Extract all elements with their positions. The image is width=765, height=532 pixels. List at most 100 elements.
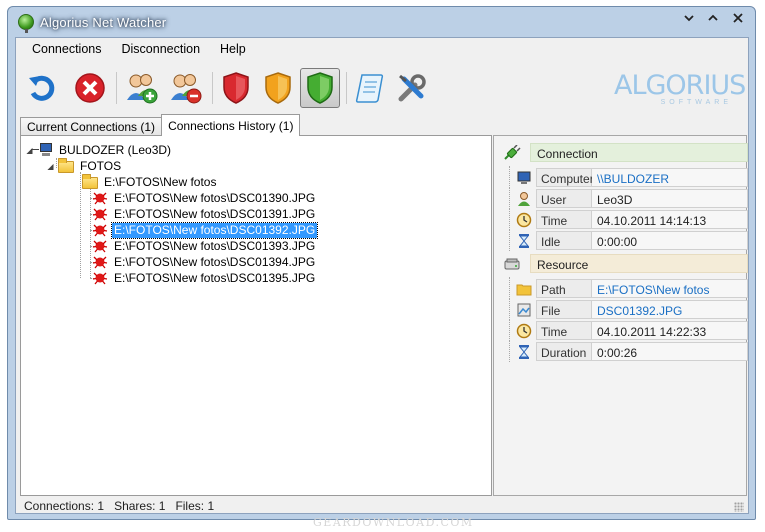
maximize-caption-button[interactable] [701,8,725,28]
property-value[interactable]: DSC01392.JPG [592,300,748,319]
app-window: Algorius Net Watcher Connections Disconn… [7,6,756,520]
close-caption-button[interactable] [725,8,751,28]
collapse-arrow-icon[interactable]: ◢ [25,146,34,155]
dropdown-caption-button[interactable] [677,8,701,28]
property-value[interactable]: E:\FOTOS\New fotos [592,279,748,298]
shield-orange-icon [265,72,291,104]
folder-icon [82,174,98,189]
refresh-icon [29,75,55,101]
caption-buttons [677,8,751,28]
add-user-button[interactable] [122,68,162,108]
tree-line [509,340,510,362]
close-connection-button[interactable] [70,68,110,108]
tree-node-label: FOTOS [80,158,122,173]
brand-sub: SOFTWARE [660,99,732,106]
tree-node-label: E:\FOTOS\New fotos\DSC01395.JPG [114,270,316,285]
users-add-icon [127,74,158,104]
status-bar: Connections: 1 Shares: 1 Files: 1 [16,498,748,514]
status-files: Files: 1 [175,499,215,513]
remove-user-button[interactable] [166,68,206,108]
connections-tree-panel: ◢ BULDOZER (Leo3D) ◢ FOTOS E:\FOTOS\New … [20,135,492,496]
refresh-button[interactable] [22,68,62,108]
tree-node-label: E:\FOTOS\New fotos [104,174,217,189]
tree-node-file[interactable]: E:\FOTOS\New fotos\DSC01394.JPG [90,254,317,270]
user-icon [516,191,532,207]
tree-line [509,298,510,320]
tree-node-file[interactable]: E:\FOTOS\New fotos\DSC01390.JPG [90,190,317,206]
property-row-idle[interactable]: Idle 0:00:00 [500,229,748,251]
folder-icon [516,281,532,297]
tree-node-file[interactable]: E:\FOTOS\New fotos\DSC01391.JPG [90,206,317,222]
property-row-user[interactable]: User Leo3D [500,187,748,209]
property-value: 0:00:26 [592,342,748,361]
drive-icon [504,258,520,270]
tree-node-computer[interactable]: ◢ BULDOZER (Leo3D) [25,142,173,158]
tree-node-label: E:\FOTOS\New fotos\DSC01391.JPG [114,206,316,221]
alert-bug-icon [92,191,108,205]
property-key: User [536,189,592,208]
shield-green-button[interactable] [300,68,340,108]
property-value: Leo3D [592,189,748,208]
connection-section-header[interactable]: Connection [500,143,748,163]
resource-header-label: Resource [530,254,748,273]
tab-strip: Current Connections (1) Connections Hist… [20,114,301,136]
tree-node-label: E:\FOTOS\New fotos\DSC01394.JPG [114,254,316,269]
tree-node-file[interactable]: E:\FOTOS\New fotos\DSC01392.JPG [90,221,319,239]
property-row-time[interactable]: Time 04.10.2011 14:22:33 [500,319,748,341]
brand-name: ALGORIUS [614,70,746,101]
shield-orange-button[interactable] [258,68,298,108]
client-area: Connections Disconnection Help ALGORIUS … [15,37,749,514]
brand-logo: ALGORIUS SOFTWARE [614,70,746,108]
title-bar[interactable]: Algorius Net Watcher [8,7,755,37]
property-key: Path [536,279,592,298]
tree-node-label: E:\FOTOS\New fotos\DSC01393.JPG [114,238,316,253]
alert-bug-icon [92,207,108,221]
file-icon [516,302,532,318]
tab-current-connections[interactable]: Current Connections (1) [20,117,163,136]
tab-connections-history[interactable]: Connections History (1) [161,114,301,136]
app-globe-icon [18,14,34,33]
tree-node-label: E:\FOTOS\New fotos\DSC01390.JPG [114,190,316,205]
tools-icon [398,74,426,102]
properties-panel: Connection Computer \\BULDOZER User Leo3D Ti… [493,135,748,496]
tree-line [509,319,510,341]
alert-bug-icon [92,239,108,253]
tree-line [509,277,510,299]
tree-node-share[interactable]: ◢ FOTOS [46,158,123,174]
shield-red-button[interactable] [216,68,256,108]
property-key: Duration [536,342,592,361]
status-connections: Connections: 1 [24,499,105,513]
resize-grip[interactable] [734,502,744,512]
property-row-computer[interactable]: Computer \\BULDOZER [500,166,748,188]
alert-bug-icon [92,223,108,237]
settings-button[interactable] [392,68,432,108]
property-value[interactable]: \\BULDOZER [592,168,748,187]
menu-disconnection[interactable]: Disconnection [112,38,211,60]
menu-connections[interactable]: Connections [22,38,112,60]
window-title: Algorius Net Watcher [40,15,167,30]
alert-bug-icon [92,271,108,285]
shield-green-icon [307,72,333,104]
property-row-time[interactable]: Time 04.10.2011 14:14:13 [500,208,748,230]
tree-node-file[interactable]: E:\FOTOS\New fotos\DSC01395.JPG [90,270,317,286]
red-x-icon [75,73,105,103]
property-row-duration[interactable]: Duration 0:00:26 [500,340,748,362]
property-value: 04.10.2011 14:14:13 [592,210,748,229]
tree-line [509,229,510,251]
property-row-file[interactable]: File DSC01392.JPG [500,298,748,320]
menu-bar: Connections Disconnection Help [16,38,256,60]
shield-red-icon [223,72,249,104]
chevron-up-icon [708,14,718,21]
collapse-arrow-icon[interactable]: ◢ [46,162,55,171]
tree-node-folder[interactable]: E:\FOTOS\New fotos [82,174,218,190]
resource-section-header[interactable]: Resource [500,254,748,274]
property-key: File [536,300,592,319]
toolbar-separator [212,72,213,104]
menu-help[interactable]: Help [210,38,256,60]
tree-line [509,208,510,230]
scroll-icon [355,74,384,103]
log-button[interactable] [350,68,390,108]
tree-node-file[interactable]: E:\FOTOS\New fotos\DSC01393.JPG [90,238,317,254]
folder-icon [58,158,74,173]
property-row-path[interactable]: Path E:\FOTOS\New fotos [500,277,748,299]
